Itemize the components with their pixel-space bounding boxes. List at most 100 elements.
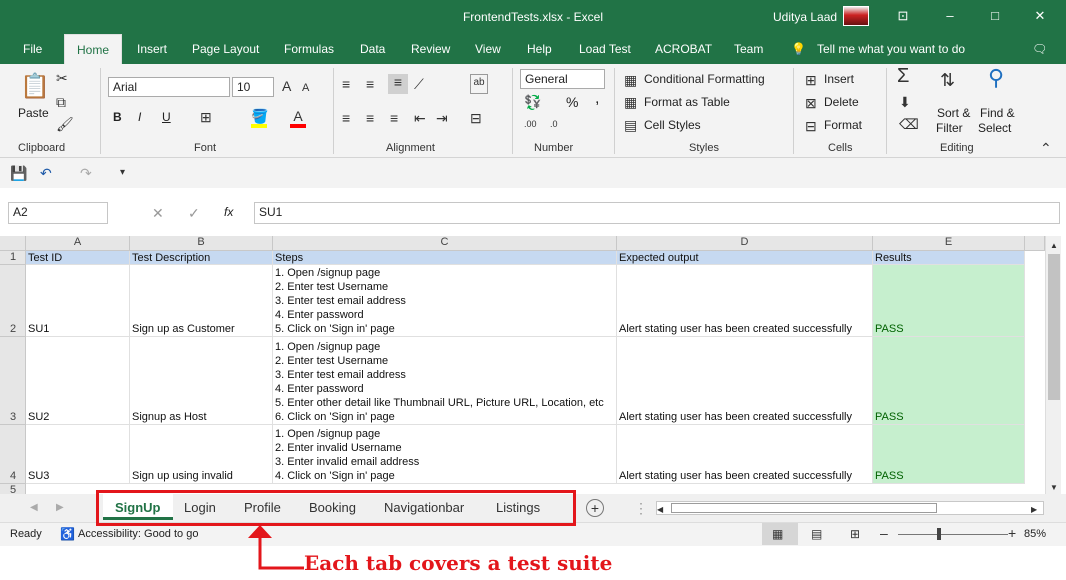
scroll-thumb[interactable]: [1048, 254, 1060, 400]
save-icon[interactable]: 💾: [10, 165, 27, 181]
tab-team[interactable]: Team: [734, 42, 763, 56]
cell-styles-icon[interactable]: ▤: [624, 117, 637, 133]
format-cells-button[interactable]: Format: [824, 118, 862, 132]
cancel-icon[interactable]: ✕: [152, 205, 164, 221]
normal-view-icon[interactable]: ▦: [772, 526, 783, 542]
sort-filter-label-2[interactable]: Filter: [936, 121, 963, 135]
percent-button[interactable]: %: [566, 94, 578, 110]
header-cell[interactable]: Test Description: [130, 251, 273, 265]
delete-cells-icon[interactable]: ⊠: [805, 95, 817, 111]
italic-button[interactable]: I: [138, 110, 141, 124]
collapse-ribbon-icon[interactable]: ⌃: [1040, 140, 1052, 156]
row-header[interactable]: 1: [0, 251, 26, 265]
table-cell[interactable]: SU2: [26, 337, 130, 425]
paste-icon[interactable]: 📋: [20, 72, 50, 102]
result-cell[interactable]: PASS: [873, 265, 1025, 337]
vertical-scrollbar[interactable]: ▲ ▼: [1045, 236, 1061, 494]
align-right-icon[interactable]: ≡: [390, 110, 398, 126]
avatar[interactable]: [843, 6, 869, 26]
font-name-select[interactable]: Arial: [108, 77, 230, 97]
formula-input[interactable]: SU1: [254, 202, 1060, 224]
customize-qat-icon[interactable]: ▾: [120, 165, 125, 181]
tab-load-test[interactable]: Load Test: [579, 42, 631, 56]
result-cell[interactable]: PASS: [873, 425, 1025, 484]
insert-cells-icon[interactable]: ⊞: [805, 72, 817, 88]
insert-cells-button[interactable]: Insert: [824, 72, 854, 86]
row-header[interactable]: 3: [0, 337, 26, 425]
table-cell[interactable]: Sign up as Customer: [130, 265, 273, 337]
fill-icon[interactable]: ⬇: [899, 94, 911, 110]
font-color-icon[interactable]: A: [290, 108, 306, 128]
tab-acrobat[interactable]: ACROBAT: [655, 42, 712, 56]
format-as-table-button[interactable]: Format as Table: [644, 95, 730, 109]
table-cell[interactable]: Sign up using invalid: [130, 425, 273, 484]
steps-cell[interactable]: 1. Open /signup page 2. Enter test Usern…: [273, 265, 617, 337]
name-box[interactable]: A2: [8, 202, 108, 224]
column-header-b[interactable]: B: [130, 236, 273, 251]
header-cell[interactable]: Results: [873, 251, 1025, 265]
table-cell[interactable]: Signup as Host: [130, 337, 273, 425]
decrease-indent-icon[interactable]: ⇤: [414, 110, 426, 126]
zoom-slider-thumb[interactable]: [937, 528, 941, 540]
sort-filter-label-1[interactable]: Sort &: [937, 106, 970, 120]
user-name[interactable]: Uditya Laad: [773, 10, 837, 24]
number-format-select[interactable]: General: [520, 69, 605, 89]
next-sheet-icon[interactable]: ▶: [56, 500, 64, 516]
comments-icon[interactable]: 🗨: [1032, 42, 1047, 56]
underline-button[interactable]: U: [162, 110, 171, 124]
middle-align-icon[interactable]: ≡: [366, 76, 374, 92]
zoom-out-icon[interactable]: –: [880, 525, 888, 541]
column-header-e[interactable]: E: [873, 236, 1025, 251]
table-cell[interactable]: SU1: [26, 265, 130, 337]
autosum-icon[interactable]: Σ: [897, 66, 909, 86]
new-sheet-icon[interactable]: +: [586, 499, 604, 517]
increase-indent-icon[interactable]: ⇥: [436, 110, 448, 126]
sort-filter-icon[interactable]: ⇅: [940, 71, 955, 89]
column-header-a[interactable]: A: [26, 236, 130, 251]
page-layout-view-icon[interactable]: ▤: [811, 526, 822, 542]
header-cell[interactable]: Steps: [273, 251, 617, 265]
currency-icon[interactable]: 💱: [524, 94, 541, 110]
zoom-in-icon[interactable]: +: [1008, 525, 1016, 541]
top-align-icon[interactable]: ≡: [342, 76, 350, 92]
increase-decimal-icon[interactable]: .00: [524, 116, 537, 132]
scroll-right-icon[interactable]: ▶: [1031, 502, 1037, 518]
column-header-c[interactable]: C: [273, 236, 617, 251]
prev-sheet-icon[interactable]: ◀: [30, 500, 38, 516]
align-center-icon[interactable]: ≡: [366, 110, 374, 126]
table-cell[interactable]: SU3: [26, 425, 130, 484]
scroll-left-icon[interactable]: ◀: [657, 502, 663, 518]
conditional-formatting-button[interactable]: Conditional Formatting: [644, 72, 765, 86]
tab-view[interactable]: View: [475, 42, 501, 56]
tab-help[interactable]: Help: [527, 42, 552, 56]
borders-icon[interactable]: ⊞: [200, 109, 212, 125]
result-cell[interactable]: PASS: [873, 337, 1025, 425]
bottom-align-icon[interactable]: ≡: [388, 74, 408, 94]
paste-button[interactable]: Paste: [18, 106, 49, 120]
insert-function-button[interactable]: fx: [224, 205, 233, 219]
accessibility-icon[interactable]: ♿: [60, 526, 75, 542]
tab-file[interactable]: File: [23, 42, 42, 56]
zoom-level[interactable]: 85%: [1024, 528, 1046, 540]
conditional-formatting-icon[interactable]: ▦: [624, 72, 637, 88]
find-select-icon[interactable]: ⚲: [988, 67, 1004, 89]
spreadsheet-grid[interactable]: A B C D E 1 Test ID Test Description Ste…: [0, 236, 1045, 494]
minimize-icon[interactable]: –: [940, 6, 960, 26]
wrap-text-icon[interactable]: ab: [470, 74, 488, 94]
horizontal-scrollbar[interactable]: [656, 501, 1044, 515]
table-cell[interactable]: Alert stating user has been created succ…: [617, 337, 873, 425]
tab-page-layout[interactable]: Page Layout: [192, 42, 259, 56]
find-select-label-2[interactable]: Select: [978, 121, 1011, 135]
maximize-icon[interactable]: □: [985, 6, 1005, 26]
format-cells-icon[interactable]: ⊟: [805, 118, 817, 134]
ribbon-display-icon[interactable]: ⊡: [893, 6, 913, 26]
column-header-d[interactable]: D: [617, 236, 873, 251]
clear-icon[interactable]: ⌫: [899, 116, 919, 132]
decrease-decimal-icon[interactable]: .0: [550, 116, 558, 132]
table-cell[interactable]: Alert stating user has been created succ…: [617, 425, 873, 484]
increase-font-icon[interactable]: A: [282, 78, 291, 94]
undo-icon[interactable]: ↶: [40, 165, 52, 181]
accessibility-status[interactable]: Accessibility: Good to go: [78, 528, 198, 540]
decrease-font-icon[interactable]: A: [302, 80, 309, 96]
comma-button[interactable]: ,: [595, 90, 599, 108]
